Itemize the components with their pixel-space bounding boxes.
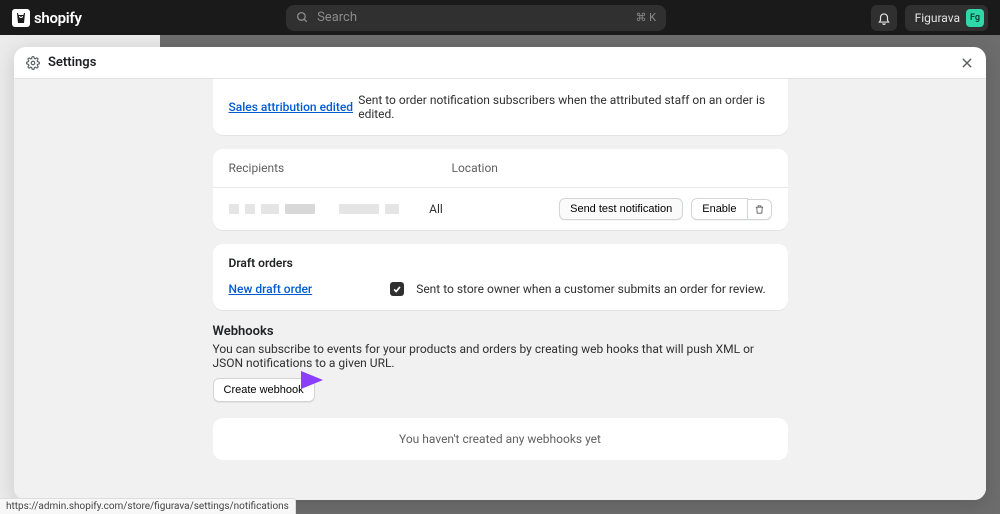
brand-logo[interactable]: shopify [12, 9, 82, 27]
sales-attribution-card: Sales attribution edited Sent to order n… [213, 79, 788, 135]
modal-header: Settings [14, 47, 986, 79]
avatar: Fg [966, 9, 984, 27]
new-draft-order-link[interactable]: New draft order [229, 282, 313, 296]
recipient-row: All Send test notification Enable [213, 187, 788, 230]
delete-recipient-button[interactable] [748, 199, 772, 220]
shopify-bag-icon [12, 9, 30, 27]
search-shortcut: ⌘ K [635, 11, 656, 24]
sales-attribution-link[interactable]: Sales attribution edited [229, 100, 354, 114]
user-menu-button[interactable]: Figurava Fg [905, 5, 988, 31]
modal-body: Sales attribution edited Sent to order n… [14, 79, 986, 500]
close-button[interactable] [960, 56, 974, 70]
top-bar: shopify Search ⌘ K Figurava Fg [0, 0, 1000, 35]
modal-title: Settings [48, 55, 96, 70]
draft-order-desc: Sent to store owner when a customer subm… [416, 282, 766, 296]
webhooks-desc: You can subscribe to events for your pro… [213, 342, 788, 370]
gear-icon [26, 56, 40, 70]
notifications-button[interactable] [871, 5, 897, 31]
location-value: All [429, 202, 559, 216]
search-placeholder: Search [317, 10, 357, 25]
webhooks-section: Webhooks You can subscribe to events for… [213, 324, 788, 460]
send-test-button[interactable]: Send test notification [559, 198, 683, 220]
enable-button[interactable]: Enable [691, 198, 747, 220]
draft-order-toggle[interactable] [390, 282, 404, 296]
webhooks-empty-state: You haven't created any webhooks yet [213, 418, 788, 460]
brand-name: shopify [34, 9, 82, 27]
recipients-header: Recipients [229, 161, 452, 175]
location-header: Location [452, 161, 582, 175]
browser-status-url: https://admin.shopify.com/store/figurava… [0, 498, 296, 514]
create-webhook-button[interactable]: Create webhook [213, 378, 315, 402]
trash-icon [754, 204, 765, 215]
settings-modal: Settings Sales attribution edited Sent t… [14, 47, 986, 500]
close-icon [960, 56, 974, 70]
draft-orders-card: Draft orders New draft order Sent to sto… [213, 244, 788, 310]
global-search[interactable]: Search ⌘ K [286, 5, 666, 31]
draft-orders-title: Draft orders [213, 244, 788, 270]
webhooks-title: Webhooks [213, 324, 788, 339]
sales-attribution-desc: Sent to order notification subscribers w… [358, 93, 771, 121]
recipients-card: Recipients Location [213, 149, 788, 230]
bell-icon [877, 11, 891, 25]
user-name: Figurava [915, 11, 960, 25]
search-icon [296, 11, 309, 24]
recipient-skeleton [229, 204, 430, 214]
